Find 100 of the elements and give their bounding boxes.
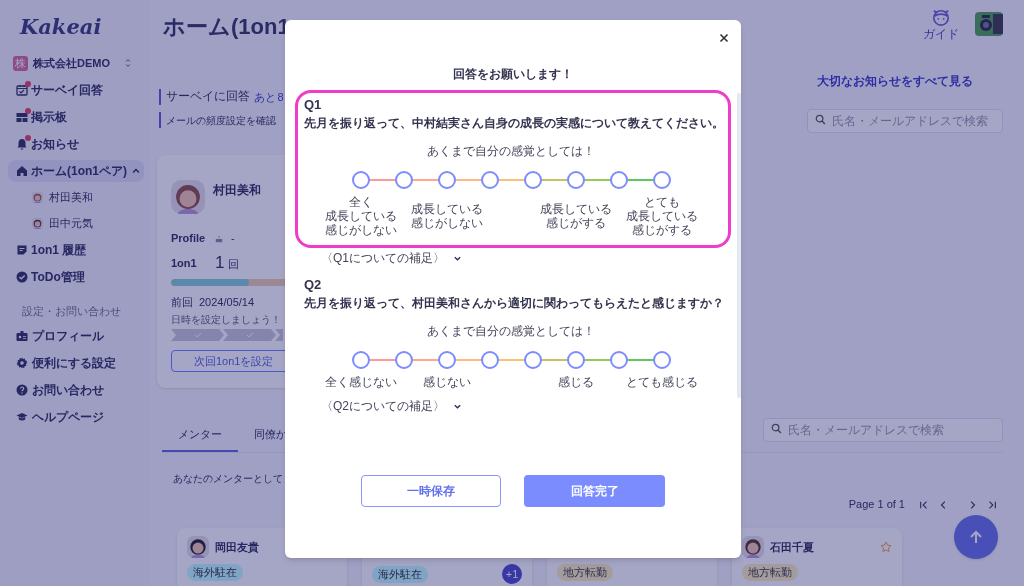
scrollbar-thumb[interactable] <box>737 93 741 398</box>
supplement-toggle[interactable]: 〈Q2についての補足〉 <box>321 399 445 414</box>
option-label: とても感じる <box>625 375 698 389</box>
option-label: 感じる <box>557 375 594 389</box>
scale-option[interactable] <box>652 171 671 189</box>
nav-item[interactable]: プロフィール <box>8 324 144 347</box>
calendar-icon <box>16 83 28 96</box>
first-page-icon[interactable] <box>919 499 929 510</box>
tag: 地方転勤 <box>742 564 798 581</box>
scale-option[interactable] <box>394 171 413 189</box>
guide-button[interactable]: ガイド <box>923 8 959 41</box>
field-label: 1on1 <box>171 255 198 271</box>
last-page-icon[interactable] <box>987 499 997 510</box>
nav-item[interactable]: 便利にする設定 <box>8 351 144 374</box>
arrow-up-icon <box>968 529 984 545</box>
nav-item[interactable]: ToDo管理 <box>8 265 144 288</box>
search-field[interactable]: 氏名・メールアドレスで検索 <box>763 418 1003 442</box>
nav-item[interactable]: お問い合わせ <box>8 378 144 401</box>
supplement-toggle[interactable]: 〈Q1についての補足〉 <box>321 251 445 266</box>
scale-option[interactable] <box>652 351 671 369</box>
question-text: 先月を振り返って、中村結実さん自身の成長の実感について教えてください。 <box>304 115 725 131</box>
home-icon <box>16 164 28 177</box>
chevron-icon <box>453 402 462 411</box>
tag: 海外駐在 <box>187 564 243 581</box>
field-value: - <box>231 231 235 247</box>
search-icon <box>771 423 782 434</box>
notice-link[interactable]: サーベイに回答 <box>166 88 250 106</box>
scale-option[interactable] <box>394 351 413 369</box>
help-icon <box>16 383 28 396</box>
hint-text: 日時を設定しましょう！ <box>171 313 281 327</box>
id-card-icon <box>16 329 28 342</box>
question-subtitle: あくまで自分の感覚としては！ <box>426 324 596 339</box>
scale-option[interactable] <box>609 351 628 369</box>
question-number: Q1 <box>304 97 323 113</box>
notice-link[interactable]: メールの頻度設定を確認 <box>166 112 276 128</box>
logo: Kakeai <box>20 14 103 40</box>
option-label: 感じがしない <box>410 216 483 230</box>
gear-icon <box>16 356 28 369</box>
avatar-icon <box>32 191 43 203</box>
scale-option[interactable] <box>351 351 370 369</box>
camera-avatar-icon[interactable] <box>975 12 1003 36</box>
scale-option[interactable] <box>480 171 499 189</box>
close-icon[interactable] <box>719 33 729 43</box>
option-label: 感じがする <box>545 216 606 230</box>
question-subtitle: あくまで自分の感覚としては！ <box>426 144 596 159</box>
search-field[interactable]: 氏名・メールアドレスで検索 <box>807 109 1003 133</box>
nav-item[interactable]: 1on1 履歴 <box>8 238 144 261</box>
person-name: 村田美和 <box>213 182 261 199</box>
note-icon <box>16 243 28 256</box>
person-name: 石田千夏 <box>770 539 815 555</box>
board-icon <box>16 110 28 123</box>
nav-item[interactable]: ヘルプページ <box>8 405 144 428</box>
scale-option[interactable] <box>566 171 585 189</box>
nav-item[interactable]: サーベイ回答 <box>8 78 144 101</box>
tag: 海外駐在 <box>372 565 428 583</box>
option-label: とても <box>643 195 680 209</box>
scale-option[interactable] <box>437 351 456 369</box>
character-icon <box>930 8 952 26</box>
nav-subitem[interactable]: 村田美和 <box>32 186 150 208</box>
sort-icon[interactable] <box>125 58 131 68</box>
intro-text: あなたのメンターとして <box>173 472 283 486</box>
option-label: 成長している <box>625 209 698 223</box>
search-icon <box>815 114 826 125</box>
count-badge: +1 <box>502 564 522 584</box>
scale-option[interactable] <box>523 351 542 369</box>
scale-option[interactable] <box>566 351 585 369</box>
question-text: 先月を振り返って、村田美和さんから適切に関わってもらえたと感じますか？ <box>304 295 725 311</box>
count-value: 1 <box>215 253 225 273</box>
scale-option[interactable] <box>609 171 628 189</box>
check-circle-icon <box>16 270 28 283</box>
dialog-title: 回答をお願いします！ <box>452 66 574 82</box>
scroll-top-button[interactable] <box>954 515 998 559</box>
option-label: 全く感じない <box>324 375 397 389</box>
option-label: 感じがする <box>631 223 692 237</box>
important-notices-link[interactable]: 大切なお知らせをすべて見る <box>817 72 973 90</box>
scale-option[interactable] <box>351 171 370 189</box>
field-label: 前回 <box>171 295 193 309</box>
submit-button[interactable]: 回答完了 <box>524 475 665 507</box>
scale-option[interactable] <box>437 171 456 189</box>
cake-icon <box>215 234 223 243</box>
star-icon[interactable] <box>880 541 892 553</box>
option-label: 感じがしない <box>324 223 397 237</box>
scale-option[interactable] <box>523 171 542 189</box>
page-title: ホーム(1on1 <box>163 13 290 41</box>
nav-subitem[interactable]: 田中元気 <box>32 212 150 234</box>
option-label: 全く <box>348 195 373 209</box>
chevron-icon <box>453 254 462 263</box>
person-name: 岡田友貴 <box>215 539 260 555</box>
count-unit: 回 <box>228 256 240 272</box>
tab[interactable]: メンター <box>162 418 238 452</box>
save-draft-button[interactable]: 一時保存 <box>361 475 501 507</box>
avatar-icon <box>187 536 209 558</box>
company-name: 株式会社DEMO <box>33 55 111 71</box>
scale-option[interactable] <box>480 351 499 369</box>
remaining-count: あと 8 <box>254 89 284 105</box>
nav-item[interactable]: ホーム(1on1ペア) <box>8 159 144 182</box>
nav-item[interactable]: 掲示板 <box>8 105 144 128</box>
avatar-icon <box>171 180 205 214</box>
option-label: 成長している <box>539 202 612 216</box>
nav-item[interactable]: お知らせ <box>8 132 144 155</box>
